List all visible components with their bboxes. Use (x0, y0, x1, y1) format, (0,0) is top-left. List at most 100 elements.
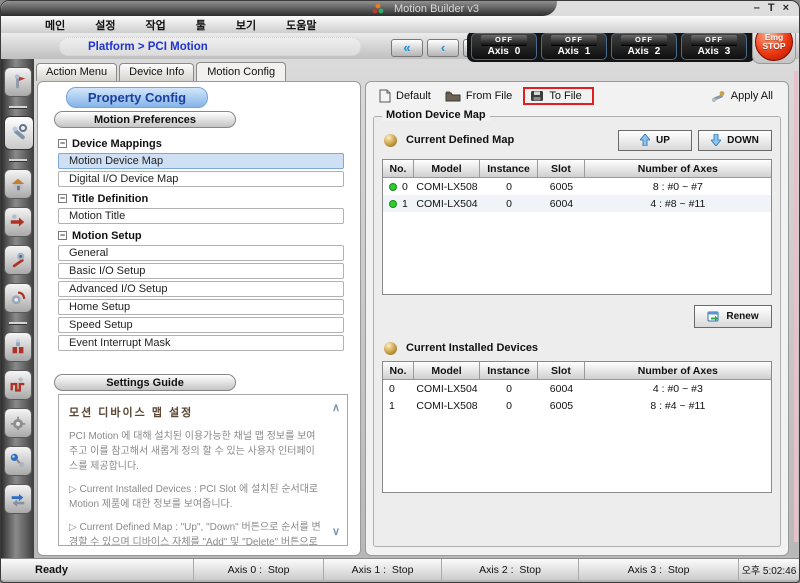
tab-device-info[interactable]: Device Info (119, 63, 194, 81)
axis-1-label: Axis (558, 46, 579, 57)
tree-group-title-definition[interactable]: − Title Definition (58, 189, 344, 208)
collapse-icon[interactable]: − (58, 231, 67, 240)
defined-map-title: Current Defined Map (406, 134, 514, 146)
tree-item-speed-setup[interactable]: Speed Setup (58, 317, 344, 333)
scroll-down-icon[interactable]: ∨ (329, 525, 343, 539)
scroll-up-icon[interactable]: ∧ (329, 401, 343, 415)
arrow-up-icon (640, 134, 650, 146)
tree-item-motion-title[interactable]: Motion Title (58, 208, 344, 224)
menu-help[interactable]: 도움말 (286, 17, 316, 33)
menu-tools[interactable]: 툴 (196, 17, 206, 33)
menu-view[interactable]: 보기 (236, 17, 256, 33)
tree-item-event-interrupt-mask[interactable]: Event Interrupt Mask (58, 335, 344, 351)
tab-action-menu[interactable]: Action Menu (36, 63, 117, 81)
sphere-icon (384, 134, 397, 147)
flag-robot-icon[interactable] (4, 67, 32, 97)
gear-icon[interactable] (4, 408, 32, 438)
axis-3-state: OFF (691, 35, 737, 46)
guide-paragraph: ▷ Current Defined Map : "Up", "Down" 버튼으… (69, 520, 323, 546)
renew-label: Renew (726, 311, 758, 322)
tree-item-basic-io-setup[interactable]: Basic I/O Setup (58, 263, 344, 279)
axis-0-button[interactable]: OFF Axis0 (471, 33, 537, 60)
down-button[interactable]: DOWN (698, 130, 772, 151)
default-button[interactable]: Default (372, 87, 438, 105)
jog-robot-icon[interactable] (4, 207, 32, 237)
renew-button[interactable]: Renew (694, 305, 772, 328)
tree-group-label: Motion Setup (72, 230, 142, 242)
app-window: Motion Builder v3 – T × 메인 설정 작업 툴 보기 도움… (0, 0, 800, 583)
table-row[interactable]: 0 COMI-LX508 0 6005 8 : #0 ~ #7 (383, 178, 771, 195)
guide-title: 모션 디바이스 맵 설정 (69, 404, 323, 420)
nav-prev-button[interactable]: ‹ (427, 39, 459, 57)
theme-button[interactable]: T (768, 1, 775, 15)
gear-swing-icon[interactable] (4, 283, 32, 313)
tree-item-digital-io-device-map[interactable]: Digital I/O Device Map (58, 171, 344, 187)
axis-1-num: 1 (585, 46, 591, 57)
apply-all-button[interactable]: Apply All (703, 88, 780, 105)
col-instance[interactable]: Instance (480, 160, 538, 178)
col-axes[interactable]: Number of Axes (585, 160, 771, 178)
to-file-button[interactable]: To File (523, 87, 593, 105)
menu-settings[interactable]: 설정 (95, 17, 115, 33)
side-icon-bar (1, 59, 34, 558)
table-row[interactable]: 1 COMI-LX504 0 6004 4 : #8 ~ #11 (383, 195, 771, 212)
document-icon (379, 89, 391, 103)
sphere-icon (384, 342, 397, 355)
tree-group-motion-setup[interactable]: − Motion Setup (58, 226, 344, 245)
col-slot[interactable]: Slot (538, 160, 585, 178)
tree-item-motion-device-map[interactable]: Motion Device Map (58, 153, 344, 169)
tune-robot-icon[interactable] (4, 245, 32, 275)
axis-status-cluster: OFF Axis0 OFF Axis 1 OFF Axis2 OFF Axis3 (467, 31, 755, 62)
axis-2-label: Axis (628, 46, 649, 57)
wrench-robot-icon[interactable] (4, 116, 34, 150)
col-axes[interactable]: Number of Axes (585, 362, 771, 380)
defined-map-header: Current Defined Map UP DOWN (384, 129, 772, 151)
window-controls: – T × (754, 1, 789, 15)
status-dot (389, 183, 397, 191)
axis-3-button[interactable]: OFF Axis3 (681, 33, 747, 60)
up-button[interactable]: UP (618, 130, 692, 151)
io-terminal-icon[interactable] (4, 332, 32, 362)
apply-tool-icon (710, 90, 726, 103)
renew-icon (707, 311, 720, 323)
table-row[interactable]: 1 COMI-LX508 0 6005 8 : #4 ~ #11 (383, 397, 771, 414)
folder-icon (445, 90, 461, 102)
minimize-button[interactable]: – (754, 1, 760, 15)
home-robot-icon[interactable] (4, 169, 32, 199)
axis-2-button[interactable]: OFF Axis2 (611, 33, 677, 60)
col-instance[interactable]: Instance (480, 362, 538, 380)
tree-item-advanced-io-setup[interactable]: Advanced I/O Setup (58, 281, 344, 297)
menu-bar: 메인 설정 작업 툴 보기 도움말 (1, 16, 799, 33)
status-bar: Ready Axis 0 : Stop Axis 1 : Stop Axis 2… (1, 558, 799, 580)
close-button[interactable]: × (783, 1, 789, 15)
tree-item-general[interactable]: General (58, 245, 344, 261)
guide-paragraph: ▷ Current Installed Devices : PCI Slot 에… (69, 482, 323, 512)
tree-item-home-setup[interactable]: Home Setup (58, 299, 344, 315)
tree-group-label: Device Mappings (72, 138, 162, 150)
collapse-icon[interactable]: − (58, 194, 67, 203)
pulse-robot-icon[interactable] (4, 370, 32, 400)
col-no[interactable]: No. (383, 362, 414, 380)
motion-device-map-group: Motion Device Map Current Defined Map UP… (373, 116, 781, 547)
col-no[interactable]: No. (383, 160, 414, 178)
menu-work[interactable]: 작업 (146, 17, 166, 33)
menu-main[interactable]: 메인 (45, 17, 65, 33)
transfer-arrows-icon[interactable] (4, 484, 32, 514)
from-file-button[interactable]: From File (438, 88, 519, 104)
axis-1-button[interactable]: OFF Axis1 (541, 33, 607, 60)
col-slot[interactable]: Slot (538, 362, 585, 380)
col-model[interactable]: Model (414, 362, 480, 380)
status-ready: Ready (1, 559, 193, 580)
save-disk-icon (530, 90, 544, 102)
col-model[interactable]: Model (414, 160, 480, 178)
collapse-icon[interactable]: − (58, 139, 67, 148)
table-row[interactable]: 0 COMI-LX504 0 6004 4 : #0 ~ #3 (383, 380, 771, 397)
tab-motion-config[interactable]: Motion Config (196, 62, 286, 82)
guide-paragraph: PCI Motion 에 대해 설치된 이용가능한 채널 맵 정보를 보여주고 … (69, 429, 323, 474)
config-toolbar: Default From File To File Apply All (372, 84, 780, 108)
tree-group-device-mappings[interactable]: − Device Mappings (58, 134, 344, 153)
nav-first-button[interactable]: « (391, 39, 423, 57)
network-ball-icon[interactable] (4, 446, 32, 476)
status-axis-0: Axis 0 : Stop (193, 559, 323, 580)
settings-guide-box: 모션 디바이스 맵 설정 PCI Motion 에 대해 설치된 이용가능한 채… (58, 394, 348, 546)
